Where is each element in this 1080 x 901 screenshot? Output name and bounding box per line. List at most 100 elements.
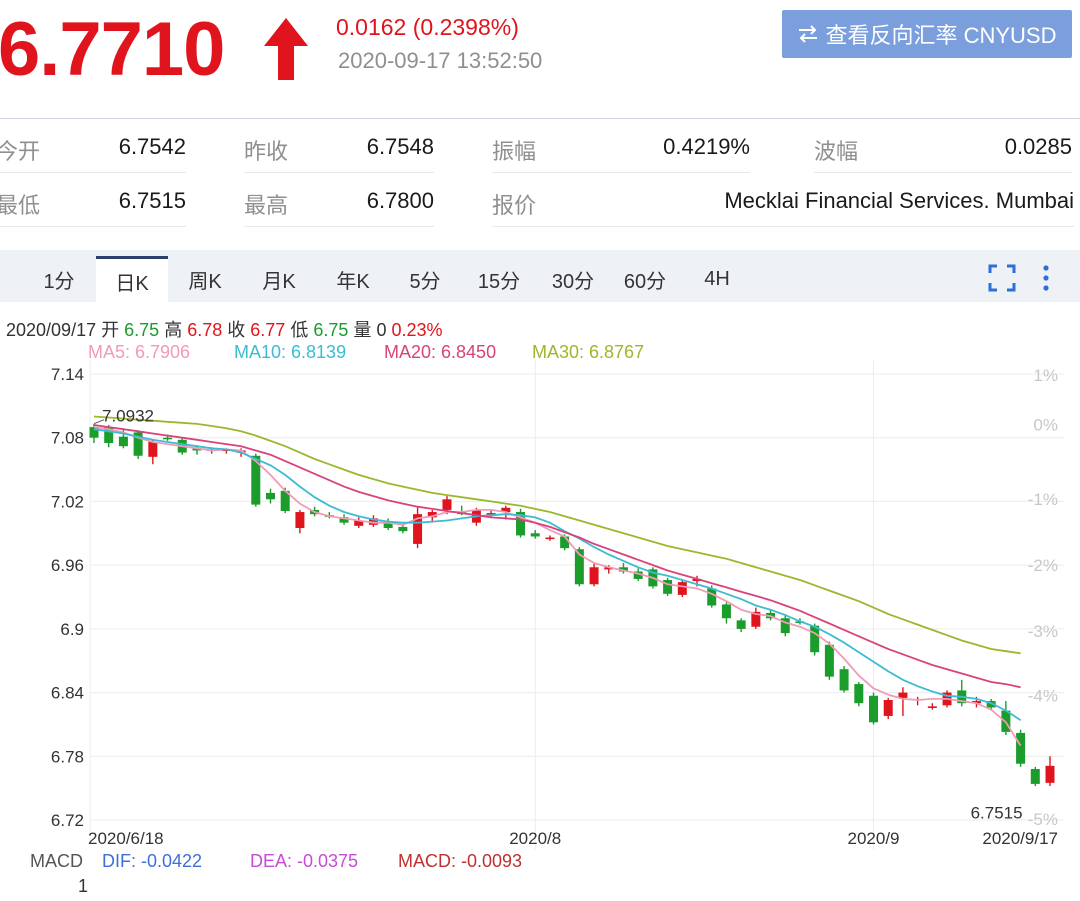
info-open: 6.75 <box>124 320 160 340</box>
candle-body <box>148 441 158 457</box>
stats-divider <box>244 226 434 227</box>
reverse-rate-button[interactable]: 查看反向汇率 CNYUSD <box>782 10 1072 58</box>
candlestick-chart: 7.14 7.08 7.02 6.96 6.9 6.84 6.78 6.72 1% 0% -1% -2… <box>51 360 1064 850</box>
info-close: 6.77 <box>250 320 286 340</box>
x-axis-label: 2020/9 <box>848 829 900 848</box>
stats-divider <box>0 172 186 173</box>
tab-4h[interactable]: 4H <box>686 256 748 302</box>
stat-open-value: 6.7542 <box>118 134 186 159</box>
pct-tick-label: -5% <box>1028 810 1058 829</box>
stat-range-value: 0.0285 <box>1004 134 1072 159</box>
macd-dea: DEA: -0.0375 <box>250 851 359 871</box>
up-arrow-icon <box>264 18 308 80</box>
candle-body <box>265 492 275 500</box>
candle-body <box>295 512 305 528</box>
pct-tick-label: -4% <box>1028 687 1058 706</box>
stat-high-value: 6.7800 <box>366 188 434 213</box>
stat-quote-source-label: 报价 <box>492 193 537 218</box>
stat-open-label: 今开 <box>0 139 41 164</box>
candle-body <box>545 537 555 540</box>
pct-tick-label: 1% <box>1033 366 1058 385</box>
stat-range-label: 波幅 <box>814 139 859 164</box>
y-tick-label: 6.96 <box>51 556 84 575</box>
info-high-label: 高 <box>164 320 183 340</box>
tab-60min[interactable]: 60分 <box>612 256 678 302</box>
current-rate: 6.7710 <box>0 7 225 92</box>
tab-yearly[interactable]: 年K <box>322 256 384 302</box>
info-low: 6.75 <box>313 320 349 340</box>
macd-label: MACD <box>30 851 83 871</box>
ma-line-ma10 <box>93 428 1022 721</box>
info-low-label: 低 <box>290 320 309 340</box>
candle-body <box>589 567 599 585</box>
macd-dif: DIF: -0.0422 <box>102 851 203 871</box>
candle-body <box>1030 769 1040 784</box>
stat-low-label: 最低 <box>0 193 41 218</box>
tab-weekly[interactable]: 周K <box>174 256 236 302</box>
candle-body <box>398 526 408 532</box>
pct-tick-label: 0% <box>1033 416 1058 435</box>
stats-divider <box>814 172 1072 173</box>
more-options-icon[interactable] <box>1038 264 1054 292</box>
ohlc-info-line: 2020/09/17 开 6.75 高 6.78 收 6.77 低 6.75 量… <box>6 316 443 342</box>
ma-line-ma30 <box>93 415 1021 655</box>
x-axis-label: 2020/8 <box>509 829 561 848</box>
info-volume-label: 量 <box>353 320 372 340</box>
y-tick-label: 6.78 <box>51 747 84 766</box>
y-tick-label: 7.08 <box>51 429 84 448</box>
tab-30min[interactable]: 30分 <box>540 256 606 302</box>
info-change-pct: 0.23% <box>391 320 443 340</box>
x-axis-label: 2020/6/18 <box>88 829 164 848</box>
candle-body <box>927 706 937 708</box>
stat-low-value: 6.7515 <box>118 188 186 213</box>
candle-body <box>530 533 540 537</box>
candle-body <box>118 436 128 447</box>
tab-15min[interactable]: 15分 <box>466 256 532 302</box>
tab-1min[interactable]: 1分 <box>28 256 90 302</box>
stat-amplitude-value: 0.4219% <box>663 134 750 159</box>
candle-body <box>89 427 99 438</box>
info-high: 6.78 <box>187 320 223 340</box>
stat-amplitude-label: 振幅 <box>492 139 537 164</box>
stat-prev-close-value: 6.7548 <box>366 134 434 159</box>
fullscreen-icon[interactable] <box>988 264 1016 292</box>
candle-body <box>854 684 864 704</box>
info-open-label: 开 <box>101 320 120 340</box>
y-tick-label: 7.02 <box>51 492 84 511</box>
info-close-label: 收 <box>227 320 246 340</box>
y-tick-label: 6.9 <box>60 620 84 639</box>
y-tick-label: 7.14 <box>51 365 84 384</box>
stats-divider <box>492 226 1074 227</box>
candle-body <box>721 604 731 619</box>
candle-body <box>677 582 687 595</box>
swap-icon <box>799 25 818 43</box>
stat-high-label: 最高 <box>244 193 289 218</box>
stat-prev-close-label: 昨收 <box>244 139 289 164</box>
annotation-label: 6.7515 <box>971 804 1023 823</box>
y-tick-label: 6.72 <box>51 811 84 830</box>
reverse-rate-label: 查看反向汇率 CNYUSD <box>825 23 1057 48</box>
y-tick-label: 6.84 <box>51 684 84 703</box>
rate-change: 0.0162 (0.2398%) <box>336 14 519 40</box>
tab-daily[interactable]: 日K <box>96 256 168 303</box>
info-volume: 0 <box>376 320 387 340</box>
pct-tick-label: -2% <box>1028 556 1058 575</box>
stats-divider <box>492 172 750 173</box>
candle-body <box>810 625 820 653</box>
tab-monthly[interactable]: 月K <box>248 256 310 302</box>
stats-divider <box>244 172 434 173</box>
macd-axis-tick: 1 <box>78 876 89 896</box>
tab-5min[interactable]: 5分 <box>394 256 456 302</box>
macd-value: MACD: -0.0093 <box>398 851 523 871</box>
stat-quote-source-value: Mecklai Financial Services. Mumbai <box>724 188 1074 213</box>
candle-body <box>1045 765 1055 783</box>
header-divider <box>0 118 1080 119</box>
candle-body <box>869 695 879 723</box>
candle-body <box>560 536 570 549</box>
candle-body <box>839 669 849 691</box>
quote-timestamp: 2020-09-17 13:52:50 <box>338 48 543 73</box>
annotation-label: 7.0932 <box>102 407 154 426</box>
ma-line-ma5 <box>93 426 1022 747</box>
candle-body <box>736 620 746 629</box>
stats-divider <box>0 226 186 227</box>
